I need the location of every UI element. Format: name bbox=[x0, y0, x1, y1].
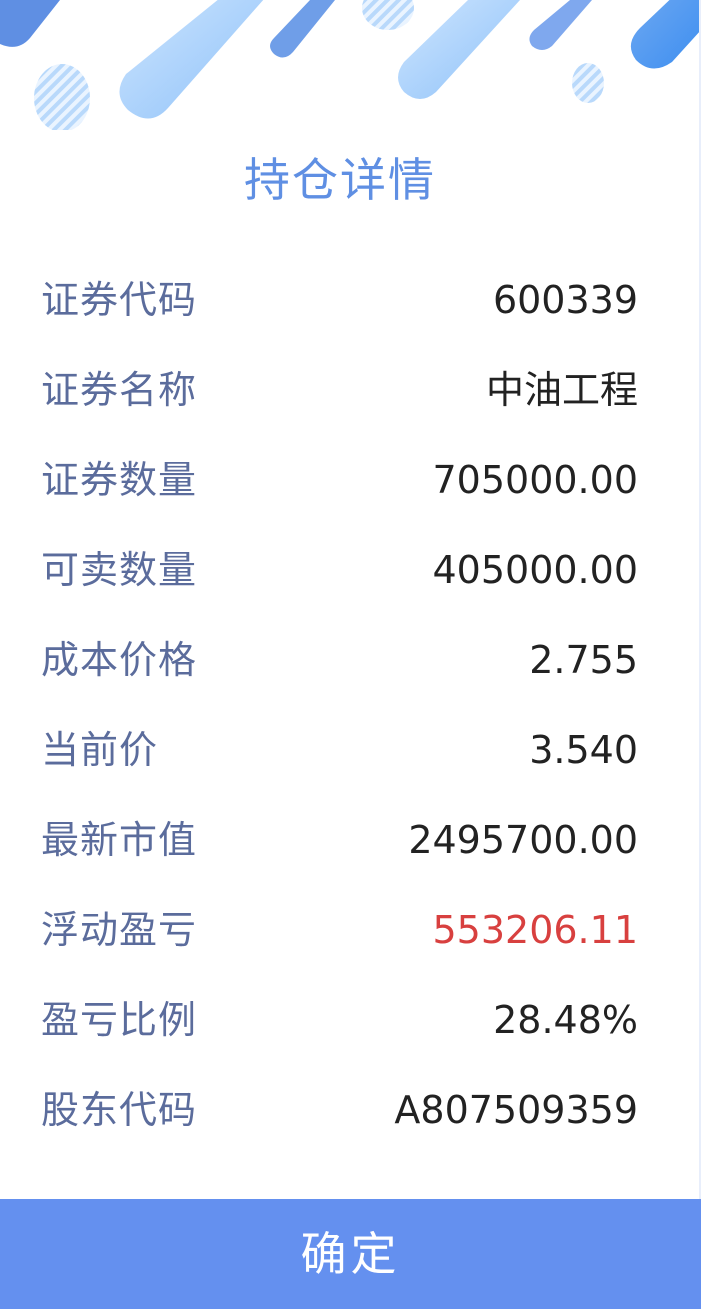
row-value-profit: 553206.11 bbox=[432, 908, 639, 952]
row-value: 中油工程 bbox=[485, 368, 638, 412]
decor-shape bbox=[362, 0, 414, 30]
row-label: 盈亏比例 bbox=[41, 998, 198, 1042]
detail-row-pnl-ratio: 盈亏比例 28.48% bbox=[0, 975, 701, 1065]
detail-list: 证券代码 600339 证券名称 中油工程 证券数量 705000.00 可卖数… bbox=[0, 255, 701, 1155]
row-value: 2495700.00 bbox=[408, 818, 638, 862]
row-value: 2.755 bbox=[529, 638, 638, 682]
row-label: 成本价格 bbox=[41, 638, 198, 682]
row-label: 股东代码 bbox=[41, 1088, 198, 1132]
row-label: 浮动盈亏 bbox=[41, 908, 198, 952]
decor-shape bbox=[398, 0, 520, 99]
row-value: 3.540 bbox=[529, 728, 638, 772]
position-detail-dialog: 持仓详情 证券代码 600339 证券名称 中油工程 证券数量 705000.0… bbox=[0, 0, 701, 1309]
row-label: 证券代码 bbox=[41, 278, 198, 322]
row-label: 证券数量 bbox=[41, 458, 198, 502]
row-value: 28.48% bbox=[493, 998, 638, 1042]
row-label: 可卖数量 bbox=[41, 548, 198, 592]
header-decoration bbox=[0, 0, 701, 130]
row-label: 证券名称 bbox=[41, 368, 198, 412]
row-label: 当前价 bbox=[41, 728, 159, 772]
decor-shape bbox=[630, 0, 701, 69]
detail-row-shareholder-code: 股东代码 A807509359 bbox=[0, 1065, 701, 1155]
decor-shape bbox=[572, 63, 604, 103]
detail-row-security-code: 证券代码 600339 bbox=[0, 255, 701, 345]
decor-shape bbox=[270, 0, 335, 58]
detail-row-security-quantity: 证券数量 705000.00 bbox=[0, 435, 701, 525]
decor-shape bbox=[529, 0, 592, 50]
row-value: 600339 bbox=[492, 278, 638, 322]
detail-row-cost-price: 成本价格 2.755 bbox=[0, 615, 701, 705]
decor-shape bbox=[34, 64, 90, 130]
detail-row-security-name: 证券名称 中油工程 bbox=[0, 345, 701, 435]
row-value: 705000.00 bbox=[432, 458, 639, 502]
detail-row-sellable-quantity: 可卖数量 405000.00 bbox=[0, 525, 701, 615]
detail-row-current-price: 当前价 3.540 bbox=[0, 705, 701, 795]
row-value: 405000.00 bbox=[432, 548, 639, 592]
row-value: A807509359 bbox=[394, 1088, 638, 1132]
detail-row-floating-pnl: 浮动盈亏 553206.11 bbox=[0, 885, 701, 975]
row-label: 最新市值 bbox=[41, 818, 198, 862]
dialog-title: 持仓详情 bbox=[244, 153, 436, 207]
confirm-button[interactable]: 确定 bbox=[0, 1199, 701, 1309]
detail-row-market-value: 最新市值 2495700.00 bbox=[0, 795, 701, 885]
decor-shape bbox=[119, 0, 264, 119]
decor-shape bbox=[0, 0, 60, 47]
